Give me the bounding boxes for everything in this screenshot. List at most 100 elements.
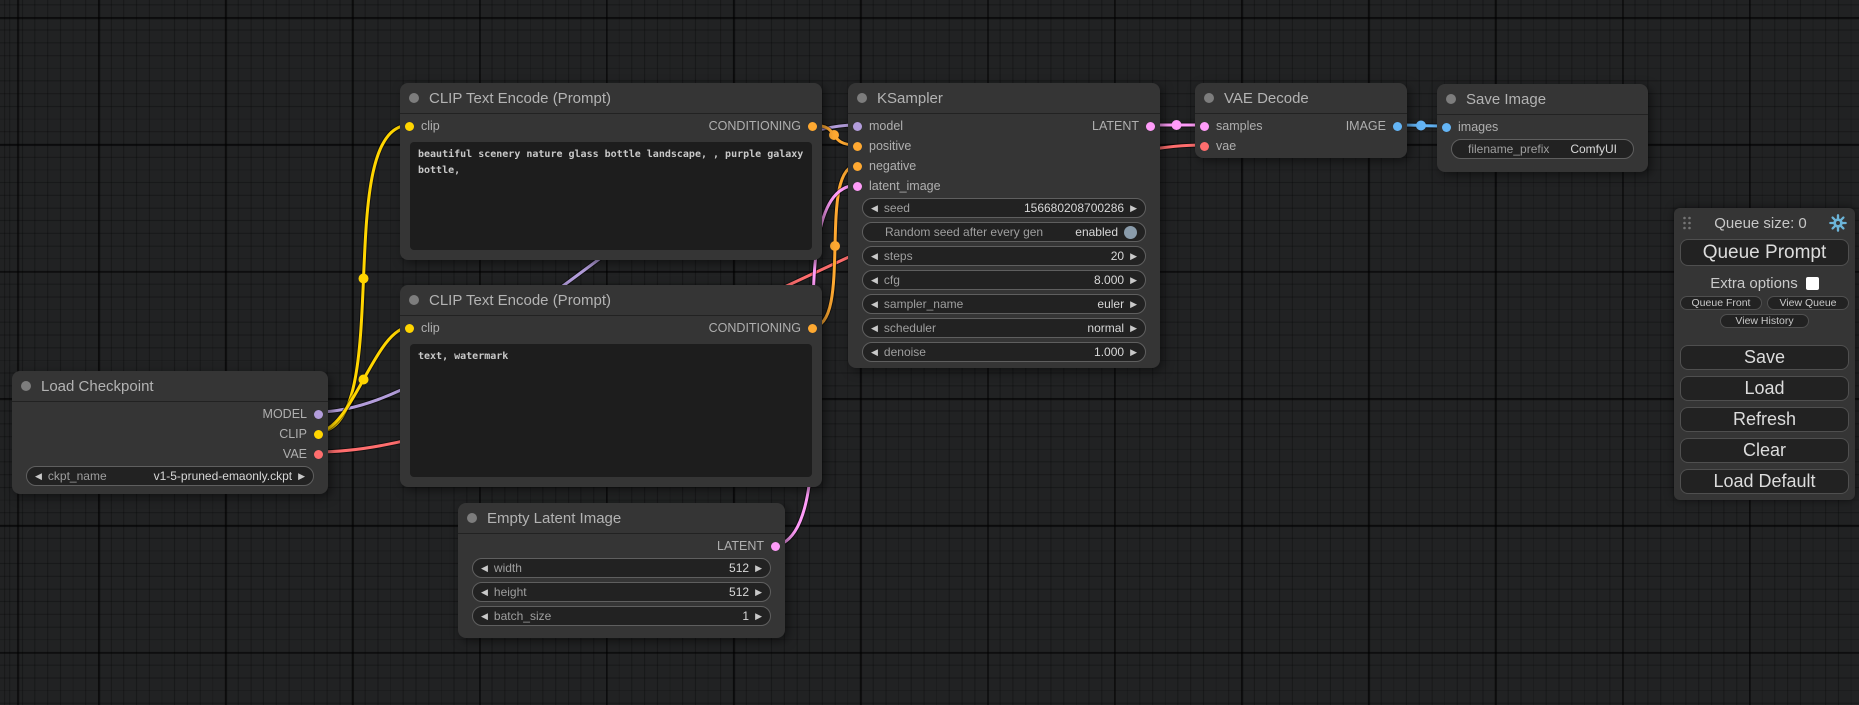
- increment-arrow-icon[interactable]: ▶: [1130, 348, 1137, 357]
- input-slot-negative[interactable]: negative: [853, 159, 916, 173]
- load-button[interactable]: Load: [1680, 376, 1849, 401]
- widget-random-seed-after-every-gen[interactable]: Random seed after every genenabled: [862, 222, 1146, 242]
- output-dot-LATENT[interactable]: [1146, 122, 1155, 131]
- output-slot-CONDITIONING[interactable]: CONDITIONING: [709, 321, 817, 335]
- input-dot-images[interactable]: [1442, 123, 1451, 132]
- input-dot-positive[interactable]: [853, 142, 862, 151]
- clip-text-encode-positive[interactable]: CLIP Text Encode (Prompt) clip CONDITIONIN…: [400, 83, 822, 260]
- ksampler[interactable]: KSampler model LATENT positive negative laten…: [848, 83, 1160, 368]
- widget-seed[interactable]: ◀seed156680208700286▶: [862, 198, 1146, 218]
- increment-arrow-icon[interactable]: ▶: [1130, 300, 1137, 309]
- input-slot-vae[interactable]: vae: [1200, 139, 1236, 153]
- clip-text-encode-negative-header[interactable]: CLIP Text Encode (Prompt): [400, 285, 822, 316]
- collapse-dot-icon[interactable]: [1204, 93, 1214, 103]
- decrement-arrow-icon[interactable]: ◀: [871, 348, 878, 357]
- input-slot-clip[interactable]: clip: [405, 119, 440, 133]
- output-dot-LATENT[interactable]: [771, 542, 780, 551]
- collapse-dot-icon[interactable]: [409, 93, 419, 103]
- save-image-header[interactable]: Save Image: [1437, 84, 1648, 115]
- ksampler-header[interactable]: KSampler: [848, 83, 1160, 114]
- input-slot-model[interactable]: model: [853, 119, 903, 133]
- widget-filename_prefix[interactable]: filename_prefixComfyUI: [1451, 139, 1634, 159]
- input-dot-samples[interactable]: [1200, 122, 1209, 131]
- increment-arrow-icon[interactable]: ▶: [755, 588, 762, 597]
- queue-prompt-button[interactable]: Queue Prompt: [1680, 239, 1849, 266]
- input-dot-latent_image[interactable]: [853, 182, 862, 191]
- output-dot-CONDITIONING[interactable]: [808, 122, 817, 131]
- toggle-indicator-icon[interactable]: [1124, 226, 1137, 239]
- widget-cfg[interactable]: ◀cfg8.000▶: [862, 270, 1146, 290]
- prompt-textarea[interactable]: beautiful scenery nature glass bottle la…: [410, 142, 812, 250]
- drag-handle-icon[interactable]: [1682, 216, 1692, 230]
- clear-button[interactable]: Clear: [1680, 438, 1849, 463]
- decrement-arrow-icon[interactable]: ◀: [481, 612, 488, 621]
- output-dot-VAE[interactable]: [314, 450, 323, 459]
- empty-latent-image-header[interactable]: Empty Latent Image: [458, 503, 785, 534]
- input-slot-latent_image[interactable]: latent_image: [853, 179, 941, 193]
- load-checkpoint[interactable]: Load Checkpoint MODEL CLIP VAE ◀ckpt_namev1-…: [12, 371, 328, 494]
- collapse-dot-icon[interactable]: [409, 295, 419, 305]
- widget-scheduler[interactable]: ◀schedulernormal▶: [862, 318, 1146, 338]
- refresh-button[interactable]: Refresh: [1680, 407, 1849, 432]
- output-dot-MODEL[interactable]: [314, 410, 323, 419]
- comfyui-canvas[interactable]: { "colors": { "model": "#B39DDB", "clip"…: [0, 0, 1859, 705]
- widget-steps[interactable]: ◀steps20▶: [862, 246, 1146, 266]
- vae-decode[interactable]: VAE Decode samples IMAGE vae: [1195, 83, 1407, 158]
- settings-gear-icon[interactable]: [1829, 214, 1847, 232]
- input-dot-clip[interactable]: [405, 324, 414, 333]
- queue-front-button[interactable]: Queue Front: [1680, 296, 1762, 310]
- vae-decode-header[interactable]: VAE Decode: [1195, 83, 1407, 114]
- view-queue-button[interactable]: View Queue: [1767, 296, 1849, 310]
- clip-text-encode-positive-header[interactable]: CLIP Text Encode (Prompt): [400, 83, 822, 114]
- input-dot-model[interactable]: [853, 122, 862, 131]
- output-dot-IMAGE[interactable]: [1393, 122, 1402, 131]
- increment-arrow-icon[interactable]: ▶: [1130, 324, 1137, 333]
- input-slot-clip[interactable]: clip: [405, 321, 440, 335]
- load-checkpoint-header[interactable]: Load Checkpoint: [12, 371, 328, 402]
- increment-arrow-icon[interactable]: ▶: [298, 472, 305, 481]
- increment-arrow-icon[interactable]: ▶: [1130, 204, 1137, 213]
- input-slot-images[interactable]: images: [1442, 120, 1498, 134]
- input-slot-samples[interactable]: samples: [1200, 119, 1263, 133]
- extra-options-checkbox[interactable]: [1806, 277, 1819, 290]
- node-graph[interactable]: Load Checkpoint MODEL CLIP VAE ◀ckpt_namev1-…: [0, 0, 1859, 705]
- collapse-dot-icon[interactable]: [1446, 94, 1456, 104]
- widget-sampler_name[interactable]: ◀sampler_nameeuler▶: [862, 294, 1146, 314]
- decrement-arrow-icon[interactable]: ◀: [871, 300, 878, 309]
- output-slot-VAE[interactable]: VAE: [283, 447, 323, 461]
- collapse-dot-icon[interactable]: [857, 93, 867, 103]
- input-dot-vae[interactable]: [1200, 142, 1209, 151]
- input-dot-negative[interactable]: [853, 162, 862, 171]
- collapse-dot-icon[interactable]: [21, 381, 31, 391]
- output-slot-CLIP[interactable]: CLIP: [279, 427, 323, 441]
- output-slot-CONDITIONING[interactable]: CONDITIONING: [709, 119, 817, 133]
- save-button[interactable]: Save: [1680, 345, 1849, 370]
- decrement-arrow-icon[interactable]: ◀: [871, 252, 878, 261]
- increment-arrow-icon[interactable]: ▶: [755, 564, 762, 573]
- increment-arrow-icon[interactable]: ▶: [1130, 252, 1137, 261]
- empty-latent-image[interactable]: Empty Latent Image LATENT ◀width512▶ ◀heigh…: [458, 503, 785, 638]
- input-slot-positive[interactable]: positive: [853, 139, 911, 153]
- output-slot-LATENT[interactable]: LATENT: [717, 539, 780, 553]
- widget-width[interactable]: ◀width512▶: [472, 558, 771, 578]
- output-slot-IMAGE[interactable]: IMAGE: [1346, 119, 1402, 133]
- decrement-arrow-icon[interactable]: ◀: [871, 204, 878, 213]
- save-image[interactable]: Save Image images filename_prefixComfyUI: [1437, 84, 1648, 172]
- decrement-arrow-icon[interactable]: ◀: [871, 324, 878, 333]
- decrement-arrow-icon[interactable]: ◀: [481, 588, 488, 597]
- widget-height[interactable]: ◀height512▶: [472, 582, 771, 602]
- widget-ckpt_name[interactable]: ◀ckpt_namev1-5-pruned-emaonly.ckpt▶: [26, 466, 314, 486]
- output-slot-LATENT[interactable]: LATENT: [1092, 119, 1155, 133]
- prompt-textarea[interactable]: text, watermark: [410, 344, 812, 477]
- widget-batch_size[interactable]: ◀batch_size1▶: [472, 606, 771, 626]
- load-default-button[interactable]: Load Default: [1680, 469, 1849, 494]
- increment-arrow-icon[interactable]: ▶: [755, 612, 762, 621]
- output-slot-MODEL[interactable]: MODEL: [263, 407, 323, 421]
- collapse-dot-icon[interactable]: [467, 513, 477, 523]
- view-history-button[interactable]: View History: [1720, 314, 1808, 328]
- decrement-arrow-icon[interactable]: ◀: [871, 276, 878, 285]
- widget-denoise[interactable]: ◀denoise1.000▶: [862, 342, 1146, 362]
- output-dot-CLIP[interactable]: [314, 430, 323, 439]
- increment-arrow-icon[interactable]: ▶: [1130, 276, 1137, 285]
- input-dot-clip[interactable]: [405, 122, 414, 131]
